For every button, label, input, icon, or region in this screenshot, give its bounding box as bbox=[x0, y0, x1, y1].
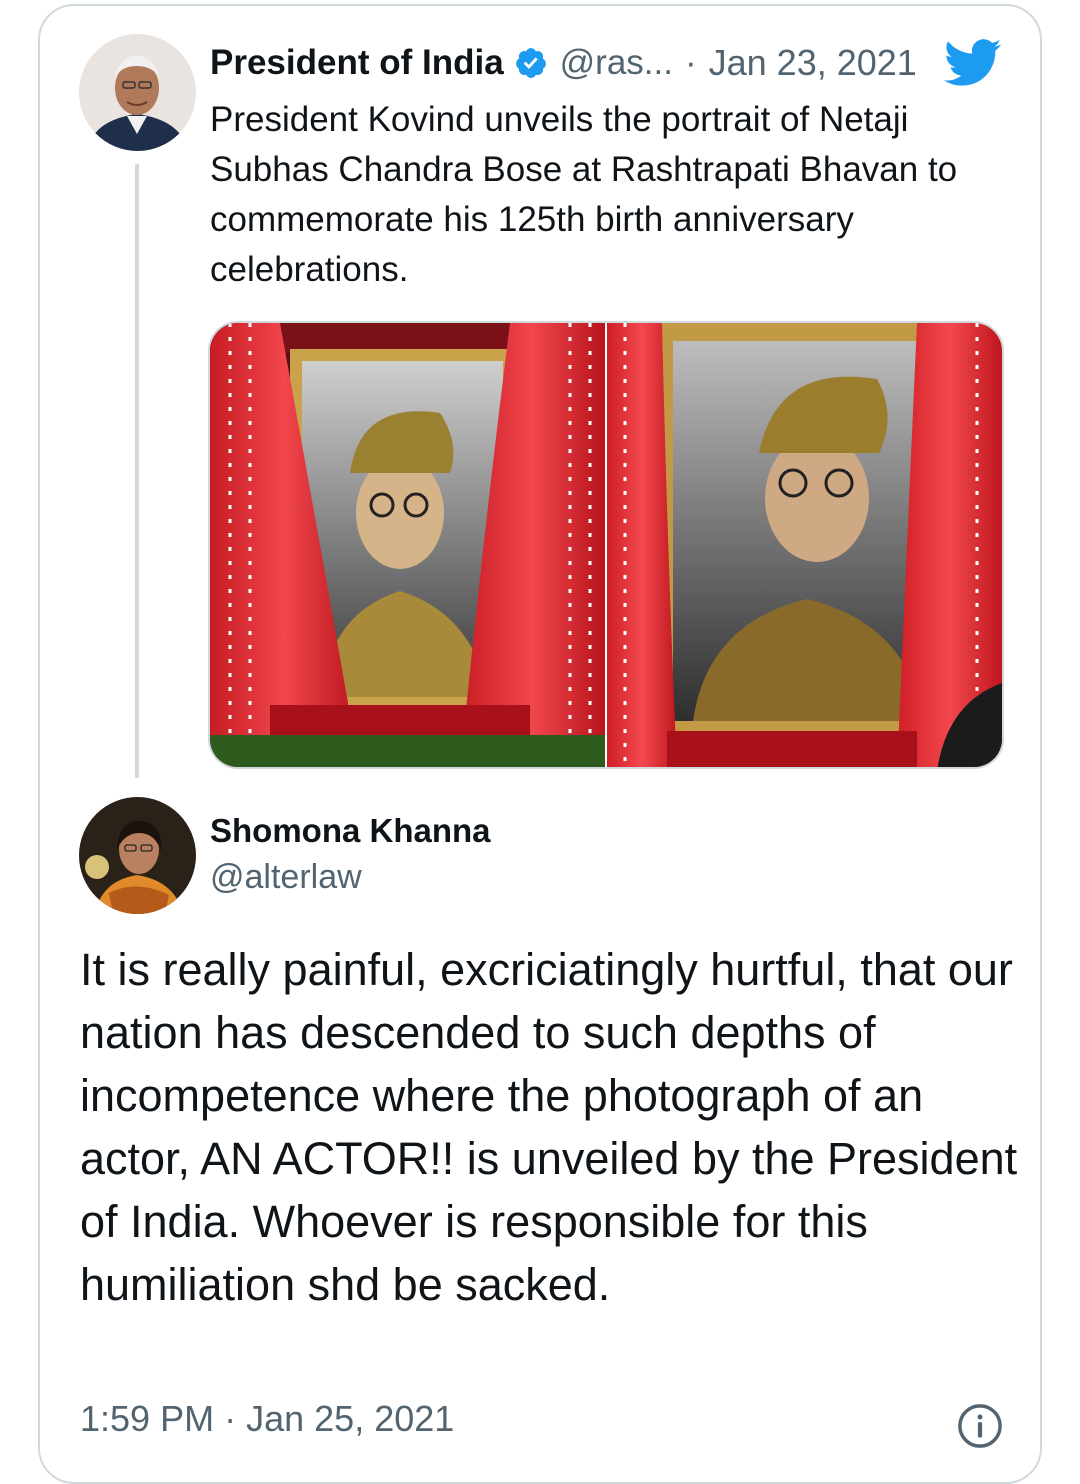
meta-separator: · bbox=[224, 1398, 237, 1439]
info-icon[interactable] bbox=[957, 1403, 1003, 1449]
quoted-tweet-text: President Kovind unveils the portrait of… bbox=[210, 100, 958, 289]
verified-badge-icon bbox=[515, 48, 546, 78]
author-name[interactable]: Shomona Khanna bbox=[210, 812, 491, 850]
tweet-metadata: 1:59 PM · Jan 25, 2021 bbox=[80, 1398, 454, 1440]
quoted-author-name[interactable]: President of India bbox=[210, 43, 504, 83]
quoted-tweet-media[interactable] bbox=[208, 321, 1004, 769]
twitter-bird-icon bbox=[944, 39, 1002, 86]
tweet-date[interactable]: Jan 25, 2021 bbox=[246, 1398, 454, 1439]
portrait-photo-2[interactable] bbox=[607, 323, 1002, 767]
quoted-tweet-date[interactable]: Jan 23, 2021 bbox=[709, 42, 917, 84]
quoted-author-handle[interactable]: @ras... bbox=[560, 43, 673, 83]
author-avatar-shomona[interactable] bbox=[79, 797, 196, 914]
portrait-photo-1[interactable] bbox=[210, 323, 605, 767]
header-separator: · bbox=[684, 43, 697, 82]
tweet-text: It is really painful, excriciatingly hur… bbox=[80, 944, 1018, 1310]
tweet-time[interactable]: 1:59 PM bbox=[80, 1398, 214, 1439]
quoted-tweet-header: President of India @ras... · Jan 23, 202… bbox=[210, 38, 1020, 88]
author-handle[interactable]: @alterlaw bbox=[210, 858, 362, 897]
thread-connector-line bbox=[135, 164, 139, 778]
author-avatar-president[interactable] bbox=[79, 34, 196, 151]
